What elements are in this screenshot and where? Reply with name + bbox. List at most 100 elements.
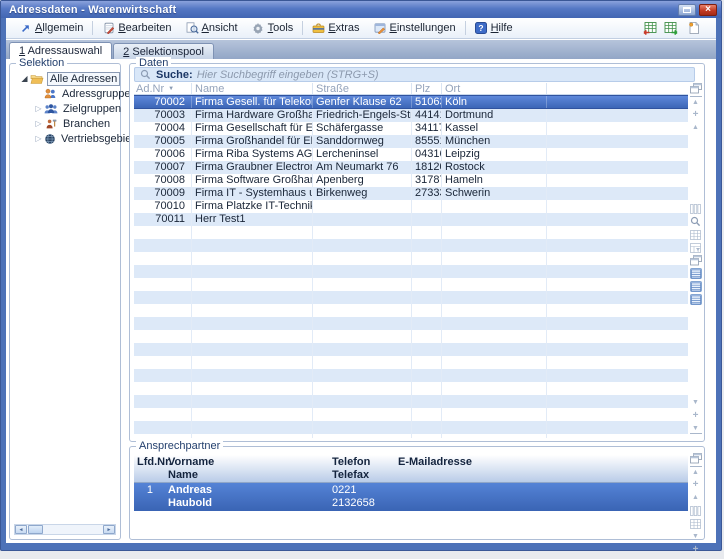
column-header-plz[interactable]: Plz — [412, 83, 442, 94]
table-row[interactable]: 70002Firma Gesell. für Telekommunikation… — [134, 95, 688, 109]
grid-expand-button[interactable]: + — [690, 109, 702, 120]
cell: 70011 — [134, 213, 192, 226]
tree-expander-closed-icon[interactable]: ▷ — [33, 120, 44, 128]
grid-go-down-button[interactable]: ▼ — [690, 397, 702, 408]
tree-item-adressgruppen[interactable]: Adressgruppen — [10, 86, 120, 101]
contact-go-top-button[interactable]: ▲ — [690, 466, 702, 477]
scroll-right-button[interactable]: ► — [103, 525, 115, 534]
tree-expander-open-icon[interactable]: ◢ — [19, 75, 30, 83]
table-row[interactable]: 70004Firma Gesellschaft für EDV - System… — [134, 122, 688, 135]
contact-table-header[interactable]: Lfd.Nr.VornameNameTelefonTelefaxE-Mailad… — [134, 455, 688, 483]
table-export-icon — [642, 22, 658, 35]
grid-go-up-button[interactable]: ▲ — [690, 122, 702, 133]
contact-copy-view-button[interactable] — [690, 453, 702, 464]
contact-expand-button[interactable]: + — [690, 479, 702, 490]
grid-go-top-button[interactable]: ▲ — [690, 96, 702, 107]
menu-separator — [92, 21, 93, 35]
grid-columns-button[interactable] — [690, 203, 702, 214]
column-header-name[interactable]: Name — [192, 83, 313, 94]
contact-column-header-lfd-nr[interactable]: Lfd.Nr. — [134, 455, 160, 482]
cell — [442, 265, 547, 278]
contact-go-up-button[interactable]: ▲ — [690, 492, 702, 503]
cell — [313, 265, 412, 278]
cell — [547, 343, 688, 356]
close-button[interactable]: × — [699, 4, 717, 16]
menu-hilfe[interactable]: ?Hilfe — [468, 19, 520, 38]
contact-columns-button[interactable] — [690, 505, 702, 516]
cell — [547, 122, 688, 135]
table-row[interactable]: 70003Firma Hardware Großhandel DortmundF… — [134, 109, 688, 122]
contact-column-header-e-mailadresse[interactable]: E-Mailadresse — [395, 455, 688, 482]
table-row[interactable]: 70008Firma Software Großhandel Lübke AGA… — [134, 174, 688, 187]
cell — [547, 291, 688, 304]
cell — [547, 278, 688, 291]
table-row[interactable]: 70010Firma Platzke IT-Technik — [134, 200, 688, 213]
address-table-header[interactable]: Ad.Nr▼NameStraßePlzOrt — [134, 83, 688, 95]
menu-extras[interactable]: Extras — [305, 19, 366, 38]
grid-view-list-button[interactable] — [690, 294, 702, 305]
contact-expand-button[interactable]: + — [690, 544, 702, 555]
grid-search-button[interactable] — [690, 216, 702, 227]
header-line2: Telefax — [332, 469, 392, 482]
cell — [134, 382, 192, 395]
grid-expand-button[interactable]: + — [690, 410, 702, 421]
table-row-empty — [134, 382, 688, 395]
table-row[interactable]: 70006Firma Riba Systems AGLercheninsel04… — [134, 148, 688, 161]
menubar: Allgemein BearbeitenAnsichtToolsExtrasEin… — [6, 18, 716, 39]
cell — [547, 434, 688, 438]
new-document-button[interactable] — [685, 20, 702, 36]
titlebar[interactable]: Adressdaten - Warenwirtschaft × — [1, 1, 721, 18]
cell — [547, 135, 688, 148]
table-export-button[interactable] — [641, 20, 658, 36]
table-row[interactable]: 70009Firma IT - Systemhaus und Großhande… — [134, 187, 688, 200]
tree-item-zielgruppen[interactable]: ▷Zielgruppen — [10, 101, 120, 116]
tree-item-alle-adressen[interactable]: ◢Alle Adressen — [10, 71, 120, 86]
grid-grid-button[interactable] — [690, 229, 702, 240]
grid-copy-view-button[interactable] — [690, 255, 702, 266]
grid-go-bottom-button[interactable]: ▼ — [690, 423, 702, 434]
window-body: Allgemein BearbeitenAnsichtToolsExtrasEin… — [6, 18, 716, 543]
table-row[interactable]: 70007Firma Graubner Electronics GmbHAm N… — [134, 161, 688, 174]
people-group-icon — [44, 102, 58, 115]
table-import-button[interactable] — [663, 20, 680, 36]
contact-column-header-telefon[interactable]: TelefonTelefax — [329, 455, 395, 482]
column-header-stra-e[interactable]: Straße — [313, 83, 412, 94]
table-row[interactable]: 70005Firma Großhandel für EDV HutnerSand… — [134, 135, 688, 148]
settings-panel-icon — [374, 22, 387, 35]
restore-button[interactable] — [678, 4, 696, 16]
cell — [192, 369, 313, 382]
menu-tools[interactable]: Tools — [245, 19, 301, 38]
contact-row[interactable]: 1AndreasHaubold0221 2132658 — [134, 483, 688, 511]
menu-ansicht[interactable]: Ansicht — [179, 19, 245, 38]
grid-filter-grid-button[interactable] — [690, 242, 702, 253]
tree-item-vertriebsgebiete[interactable]: ▷Vertriebsgebiete — [10, 131, 120, 146]
horizontal-scrollbar[interactable]: ◄ ► — [14, 524, 116, 535]
tree-expander-closed-icon[interactable]: ▷ — [33, 135, 44, 143]
menu-separator — [465, 21, 466, 35]
column-header-ad-nr[interactable]: Ad.Nr▼ — [134, 83, 192, 94]
caption-buttons: × — [678, 4, 717, 16]
search-bar[interactable]: Suche: Hier Suchbegriff eingeben (STRG+S… — [134, 67, 695, 82]
contact-go-down-button[interactable]: ▼ — [690, 531, 702, 542]
menu-einstellungen[interactable]: Einstellungen — [367, 19, 463, 38]
cell — [412, 317, 442, 330]
contact-column-header-vorname[interactable]: VornameName — [160, 455, 329, 482]
grid-view-list-button[interactable] — [690, 281, 702, 292]
menu-allgemein[interactable]: Allgemein — [12, 19, 90, 38]
column-header-ort[interactable]: Ort — [442, 83, 547, 94]
table-row[interactable]: 70011Herr Test1 — [134, 213, 688, 226]
cell — [313, 408, 412, 421]
menu-bearbeiten[interactable]: Bearbeiten — [95, 19, 178, 38]
contact-grid-button[interactable] — [690, 518, 702, 529]
grid-view-list-button[interactable] — [690, 268, 702, 279]
cell: Rostock — [442, 161, 547, 174]
menubar-items: Allgemein BearbeitenAnsichtToolsExtrasEin… — [12, 18, 641, 38]
tree-expander-closed-icon[interactable]: ▷ — [33, 105, 44, 113]
table-row-empty — [134, 239, 688, 252]
scroll-left-button[interactable]: ◄ — [15, 525, 27, 534]
grid-copy-view-button[interactable] — [690, 83, 702, 94]
tree-item-branchen[interactable]: ▷Branchen — [10, 116, 120, 131]
scroll-thumb[interactable] — [28, 525, 43, 534]
cell — [547, 421, 688, 434]
cell — [547, 200, 688, 213]
